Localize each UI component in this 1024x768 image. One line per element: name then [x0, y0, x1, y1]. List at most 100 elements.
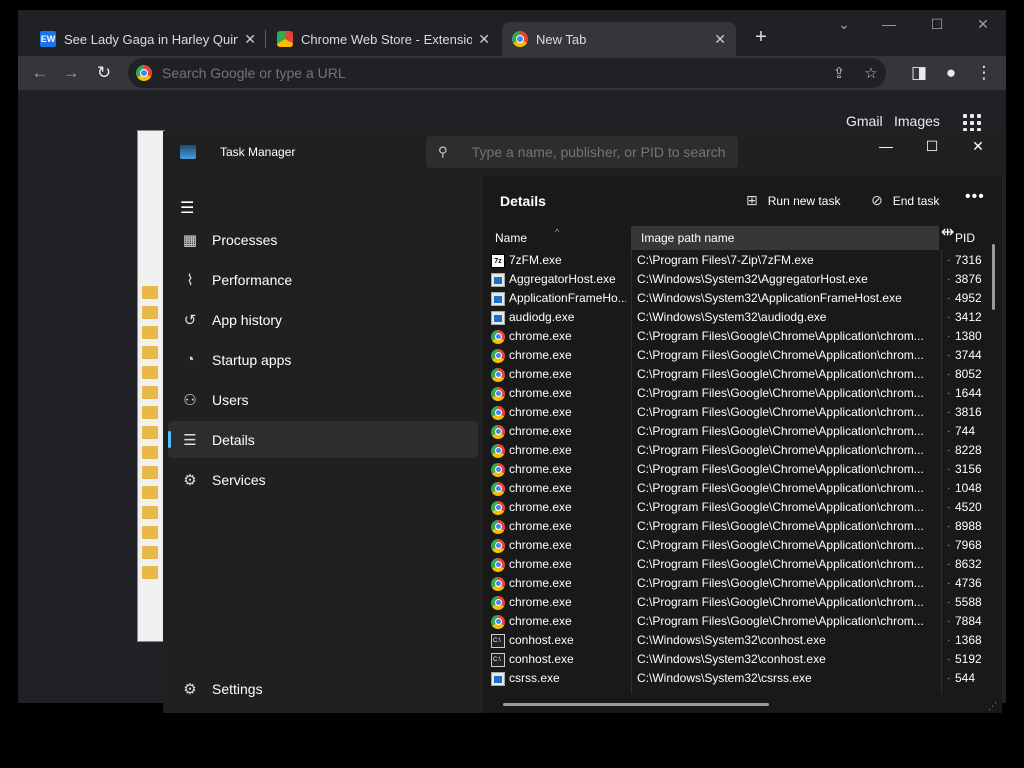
column-header-image-path[interactable]: Image path name [631, 226, 939, 250]
hamburger-menu-icon[interactable]: ☰ [180, 198, 196, 218]
nav-settings[interactable]: ⚙ Settings [168, 670, 478, 707]
maximize-icon[interactable]: ☐ [922, 16, 952, 33]
startup-icon: ◔ [185, 351, 195, 368]
resize-grip-icon[interactable]: ⋰ [988, 701, 997, 712]
pid-cell: 1644 [955, 386, 982, 400]
table-row[interactable]: chrome.exe C:\Program Files\Google\Chrome… [483, 384, 1002, 403]
table-row[interactable]: chrome.exe C:\Program Files\Google\Chrome… [483, 536, 1002, 555]
image-path-cell: C:\Program Files\Google\Chrome\Applicati… [637, 519, 924, 533]
table-row[interactable]: ApplicationFrameHo... C:\Windows\System32… [483, 289, 1002, 308]
gmail-link[interactable]: Gmail [846, 113, 883, 129]
process-name-cell: chrome.exe [491, 422, 626, 441]
tab-chrome-web-store[interactable]: Chrome Web Store - Extensions ✕ [267, 22, 500, 56]
table-row[interactable]: chrome.exe C:\Program Files\Google\Chrome… [483, 574, 1002, 593]
pid-cell: 5588 [955, 595, 982, 609]
nav-app-history[interactable]: ↺ App history [168, 301, 478, 338]
chrome-icon [491, 481, 505, 496]
services-icon: ⚙ [183, 471, 197, 489]
7zip-window-background [137, 130, 165, 642]
image-path-cell: C:\Program Files\Google\Chrome\Applicati… [637, 557, 924, 571]
page-title: Details [500, 193, 546, 209]
table-row[interactable]: C:\ conhost.exe C:\Windows\System32\conhos… [483, 650, 1002, 669]
minimize-icon[interactable]: — [863, 135, 909, 157]
table-row[interactable]: chrome.exe C:\Program Files\Google\Chrome… [483, 479, 1002, 498]
back-icon[interactable]: ← [27, 60, 53, 86]
table-row[interactable]: chrome.exe C:\Program Files\Google\Chrome… [483, 593, 1002, 612]
nav-users[interactable]: ⚇ Users [168, 381, 478, 418]
omnibox[interactable]: ⇪ ☆ [128, 58, 886, 88]
process-name-cell: C:\ conhost.exe [491, 631, 626, 650]
pid-cell: 744 [955, 424, 976, 438]
nav-services[interactable]: ⚙ Services [168, 461, 478, 498]
close-icon[interactable]: ✕ [955, 135, 1001, 157]
tab-title: New Tab [536, 31, 587, 47]
table-row[interactable]: csrss.exe C:\Windows\System32\csrss.exe · 5… [483, 669, 1002, 688]
table-row[interactable]: chrome.exe C:\Program Files\Google\Chrome… [483, 422, 1002, 441]
table-row[interactable]: audiodg.exe C:\Windows\System32\audiodg.e… [483, 308, 1002, 327]
run-new-task-button[interactable]: ⊞ Run new task [746, 192, 840, 209]
image-path-cell: C:\Program Files\Google\Chrome\Applicati… [637, 405, 924, 419]
table-row[interactable]: chrome.exe C:\Program Files\Google\Chrome… [483, 612, 1002, 631]
end-task-button[interactable]: ⊘ End task [871, 192, 939, 209]
table-row[interactable]: chrome.exe C:\Program Files\Google\Chrome… [483, 555, 1002, 574]
table-row[interactable]: chrome.exe C:\Program Files\Google\Chrome… [483, 441, 1002, 460]
table-row[interactable]: chrome.exe C:\Program Files\Google\Chrome… [483, 327, 1002, 346]
nav-processes[interactable]: ▦ Processes [168, 221, 478, 258]
console-icon: C:\ [491, 652, 505, 667]
table-row[interactable]: chrome.exe C:\Program Files\Google\Chrome… [483, 403, 1002, 422]
row-marker: · [947, 559, 951, 570]
table-row[interactable]: chrome.exe C:\Program Files\Google\Chrome… [483, 346, 1002, 365]
image-path-cell: C:\Windows\System32\AggregatorHost.exe [637, 272, 868, 286]
tab-ew-article[interactable]: EW See Lady Gaga in Harley Quinn r ✕ [30, 22, 266, 56]
table-row[interactable]: chrome.exe C:\Program Files\Google\Chrome… [483, 498, 1002, 517]
chrome-icon [512, 31, 528, 47]
table-row[interactable]: chrome.exe C:\Program Files\Google\Chrome… [483, 460, 1002, 479]
forward-icon[interactable]: → [58, 60, 84, 86]
tab-close-icon[interactable]: ✕ [478, 31, 490, 48]
table-row[interactable]: AggregatorHost.exe C:\Windows\System32\Ag… [483, 270, 1002, 289]
nav-startup-apps[interactable]: ◔ Startup apps [168, 341, 478, 378]
chrome-icon [491, 462, 505, 477]
tab-close-icon[interactable]: ✕ [244, 31, 256, 48]
close-window-icon[interactable]: ✕ [968, 16, 998, 33]
side-panel-icon[interactable]: ◨ [906, 60, 932, 86]
process-name: chrome.exe [509, 386, 572, 400]
table-row[interactable]: 7z 7zFM.exe C:\Program Files\7-Zip\7zFM.ex… [483, 251, 1002, 270]
table-row[interactable]: C:\ conhost.exe C:\Windows\System32\conhos… [483, 631, 1002, 650]
column-header-name[interactable]: Name ^ [485, 226, 631, 250]
more-options-icon[interactable]: ••• [965, 188, 985, 206]
apps-grid-icon[interactable] [963, 114, 981, 132]
maximize-icon[interactable]: ☐ [909, 135, 955, 157]
image-path-cell: C:\Program Files\Google\Chrome\Applicati… [637, 481, 924, 495]
tab-search-icon[interactable]: ⌄ [829, 16, 859, 33]
profile-icon[interactable]: ● [938, 60, 964, 86]
new-tab-button[interactable]: + [748, 24, 774, 50]
tab-new-tab[interactable]: New Tab ✕ [502, 22, 736, 56]
omnibox-input[interactable] [162, 65, 802, 81]
vertical-scrollbar[interactable] [992, 244, 995, 310]
nav-details[interactable]: ☰ Details [168, 421, 478, 458]
menu-kebab-icon[interactable]: ⋮ [971, 60, 997, 86]
process-search-box[interactable]: ⚲ [426, 136, 738, 168]
images-link[interactable]: Images [894, 113, 940, 129]
chrome-icon [491, 557, 505, 572]
share-icon[interactable]: ⇪ [828, 64, 850, 82]
details-icon: ☰ [183, 431, 197, 449]
run-task-icon: ⊞ [746, 192, 758, 208]
process-name-cell: chrome.exe [491, 593, 626, 612]
process-name-cell: chrome.exe [491, 365, 626, 384]
process-name-cell: chrome.exe [491, 441, 626, 460]
tab-close-icon[interactable]: ✕ [714, 31, 726, 48]
nav-performance[interactable]: ⌇ Performance [168, 261, 478, 298]
process-name-cell: 7z 7zFM.exe [491, 251, 626, 270]
minimize-icon[interactable]: — [874, 16, 904, 32]
process-name-cell: chrome.exe [491, 346, 626, 365]
image-path-cell: C:\Program Files\Google\Chrome\Applicati… [637, 367, 924, 381]
table-row[interactable]: chrome.exe C:\Program Files\Google\Chrome… [483, 365, 1002, 384]
table-row[interactable]: chrome.exe C:\Program Files\Google\Chrome… [483, 517, 1002, 536]
search-input[interactable] [471, 144, 738, 160]
horizontal-scrollbar[interactable] [503, 703, 769, 706]
bookmark-star-icon[interactable]: ☆ [860, 64, 882, 82]
reload-icon[interactable]: ↻ [91, 60, 117, 86]
row-marker: · [947, 635, 951, 646]
